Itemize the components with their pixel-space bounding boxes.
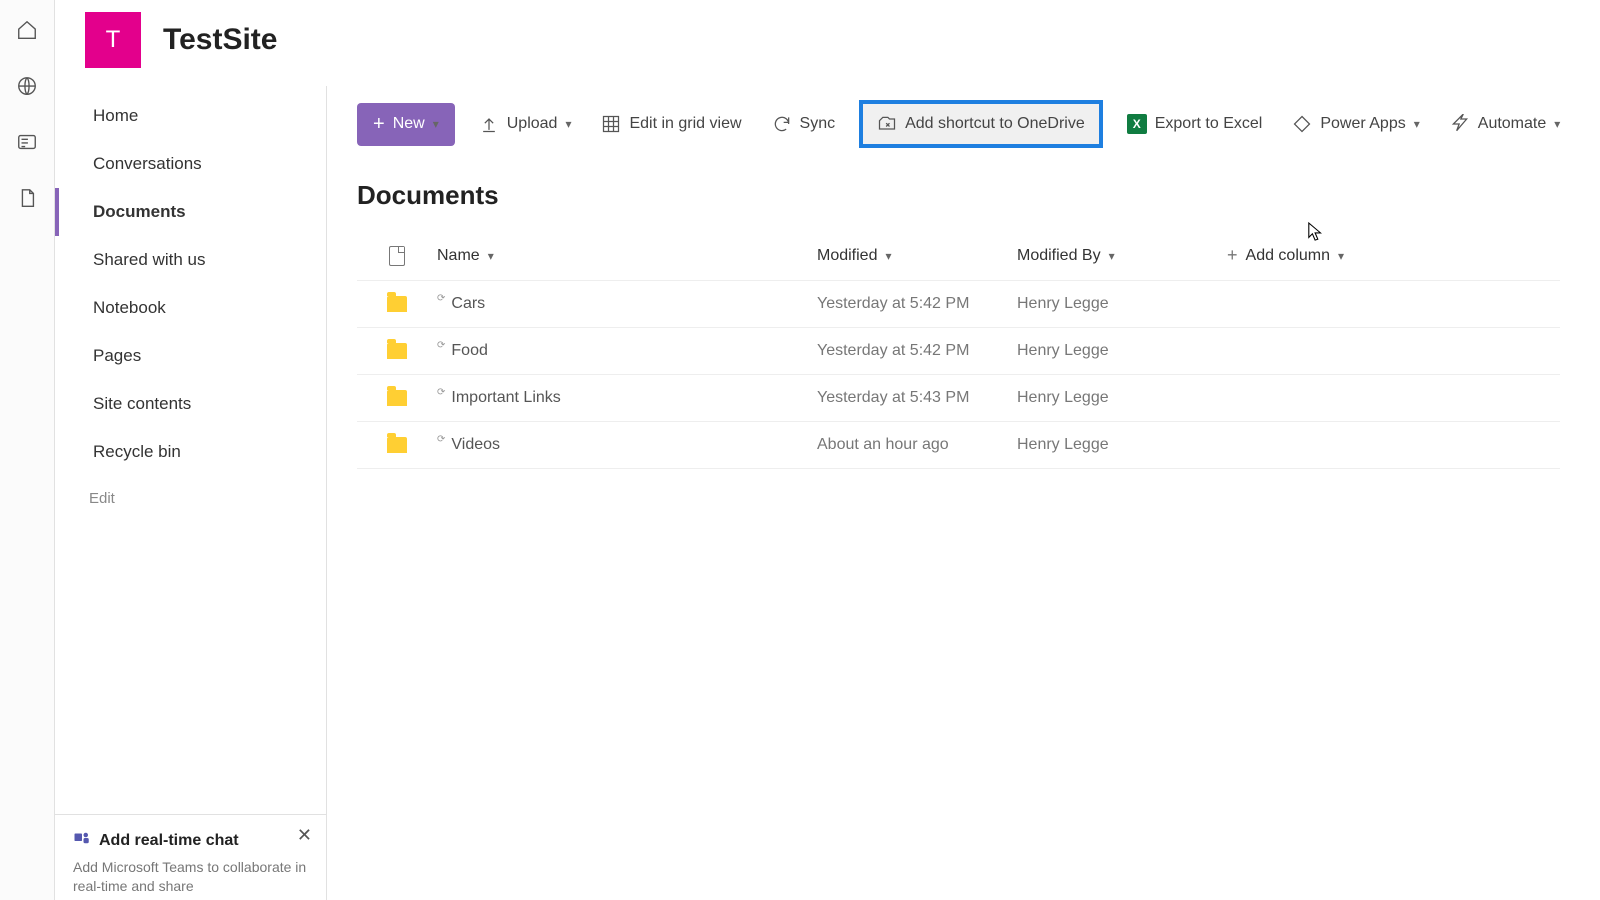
loading-icon: ⟳ — [437, 340, 445, 351]
row-modified: Yesterday at 5:42 PM — [817, 342, 1017, 360]
nav-documents[interactable]: Documents — [55, 188, 326, 236]
nav-home[interactable]: Home — [55, 92, 326, 140]
library-pane: + New ▾ Upload ▾ Edit in grid view Sync — [327, 86, 1600, 900]
home-icon[interactable] — [15, 18, 39, 42]
export-excel-button[interactable]: X Export to Excel — [1121, 108, 1269, 140]
chat-promo-card: ✕ Add real-time chat Add Microsoft Teams… — [55, 814, 326, 900]
chevron-down-icon: ▾ — [565, 117, 571, 131]
nav-shared[interactable]: Shared with us — [55, 236, 326, 284]
folder-icon — [387, 343, 407, 359]
column-name-label: Name — [437, 247, 480, 265]
column-name[interactable]: Name ▾ — [437, 247, 817, 265]
automate-label: Automate — [1478, 115, 1546, 133]
folder-icon — [387, 437, 407, 453]
power-apps-label: Power Apps — [1320, 115, 1405, 133]
row-modified-by: Henry Legge — [1017, 389, 1227, 407]
row-name: Videos — [451, 436, 500, 454]
library-title: Documents — [357, 180, 1600, 211]
export-excel-label: Export to Excel — [1155, 115, 1263, 133]
add-column-label: Add column — [1246, 247, 1331, 265]
upload-button[interactable]: Upload ▾ — [473, 108, 578, 140]
chevron-down-icon: ▾ — [1554, 117, 1560, 131]
add-column-button[interactable]: + Add column ▾ — [1227, 245, 1560, 266]
column-modified-label: Modified — [817, 247, 877, 265]
site-header: T TestSite — [55, 0, 1600, 86]
row-name: Important Links — [451, 389, 560, 407]
nav-conversations[interactable]: Conversations — [55, 140, 326, 188]
app-rail — [0, 0, 55, 900]
edit-grid-label: Edit in grid view — [629, 115, 741, 133]
file-icon[interactable] — [15, 186, 39, 210]
folder-icon — [387, 296, 407, 312]
column-modified[interactable]: Modified ▾ — [817, 247, 1017, 265]
new-button[interactable]: + New ▾ — [357, 103, 455, 146]
row-modified: Yesterday at 5:43 PM — [817, 389, 1017, 407]
close-icon[interactable]: ✕ — [297, 825, 312, 846]
chat-promo-body: Add Microsoft Teams to collaborate in re… — [73, 858, 308, 896]
table-row[interactable]: ⟳ Important Links Yesterday at 5:43 PM He… — [357, 375, 1560, 422]
row-modified-by: Henry Legge — [1017, 436, 1227, 454]
row-modified: Yesterday at 5:42 PM — [817, 295, 1017, 313]
automate-button[interactable]: Automate ▾ — [1444, 108, 1567, 140]
loading-icon: ⟳ — [437, 434, 445, 445]
site-title: TestSite — [163, 23, 277, 57]
excel-icon: X — [1127, 114, 1147, 134]
chat-promo-title: Add real-time chat — [99, 832, 239, 850]
command-bar: + New ▾ Upload ▾ Edit in grid view Sync — [357, 86, 1600, 162]
nav-pages[interactable]: Pages — [55, 332, 326, 380]
table-row[interactable]: ⟳ Videos About an hour ago Henry Legge — [357, 422, 1560, 469]
row-modified-by: Henry Legge — [1017, 295, 1227, 313]
table-row[interactable]: ⟳ Cars Yesterday at 5:42 PM Henry Legge — [357, 281, 1560, 328]
chevron-down-icon: ▾ — [1338, 249, 1344, 263]
news-icon[interactable] — [15, 130, 39, 154]
loading-icon: ⟳ — [437, 293, 445, 304]
folder-icon — [387, 390, 407, 406]
table-header: Name ▾ Modified ▾ Modified By ▾ + Add co… — [357, 231, 1560, 281]
edit-grid-button[interactable]: Edit in grid view — [595, 108, 747, 140]
power-apps-button[interactable]: Power Apps ▾ — [1286, 108, 1425, 140]
chevron-down-icon: ▾ — [433, 117, 439, 131]
column-modified-by-label: Modified By — [1017, 247, 1101, 265]
chevron-down-icon: ▾ — [885, 249, 891, 263]
plus-icon: + — [1227, 245, 1238, 266]
add-shortcut-label: Add shortcut to OneDrive — [905, 115, 1085, 133]
chevron-down-icon: ▾ — [1414, 117, 1420, 131]
nav-site-contents[interactable]: Site contents — [55, 380, 326, 428]
add-shortcut-onedrive-button[interactable]: Add shortcut to OneDrive — [859, 100, 1103, 148]
row-name: Cars — [451, 295, 485, 313]
site-tile[interactable]: T — [85, 12, 141, 68]
sync-button[interactable]: Sync — [766, 108, 842, 140]
teams-icon — [73, 829, 91, 852]
file-type-icon — [389, 246, 405, 266]
row-modified: About an hour ago — [817, 436, 1017, 454]
plus-icon: + — [373, 113, 385, 136]
row-modified-by: Henry Legge — [1017, 342, 1227, 360]
loading-icon: ⟳ — [437, 387, 445, 398]
new-button-label: New — [393, 115, 425, 133]
sync-label: Sync — [800, 115, 836, 133]
nav-recycle-bin[interactable]: Recycle bin — [55, 428, 326, 476]
upload-label: Upload — [507, 115, 558, 133]
row-name: Food — [451, 342, 487, 360]
globe-icon[interactable] — [15, 74, 39, 98]
chevron-down-icon: ▾ — [488, 249, 494, 263]
site-nav: Home Conversations Documents Shared with… — [55, 86, 327, 900]
nav-notebook[interactable]: Notebook — [55, 284, 326, 332]
nav-edit-link[interactable]: Edit — [55, 476, 326, 521]
documents-table: Name ▾ Modified ▾ Modified By ▾ + Add co… — [357, 231, 1560, 469]
chevron-down-icon: ▾ — [1109, 249, 1115, 263]
table-row[interactable]: ⟳ Food Yesterday at 5:42 PM Henry Legge — [357, 328, 1560, 375]
column-modified-by[interactable]: Modified By ▾ — [1017, 247, 1227, 265]
